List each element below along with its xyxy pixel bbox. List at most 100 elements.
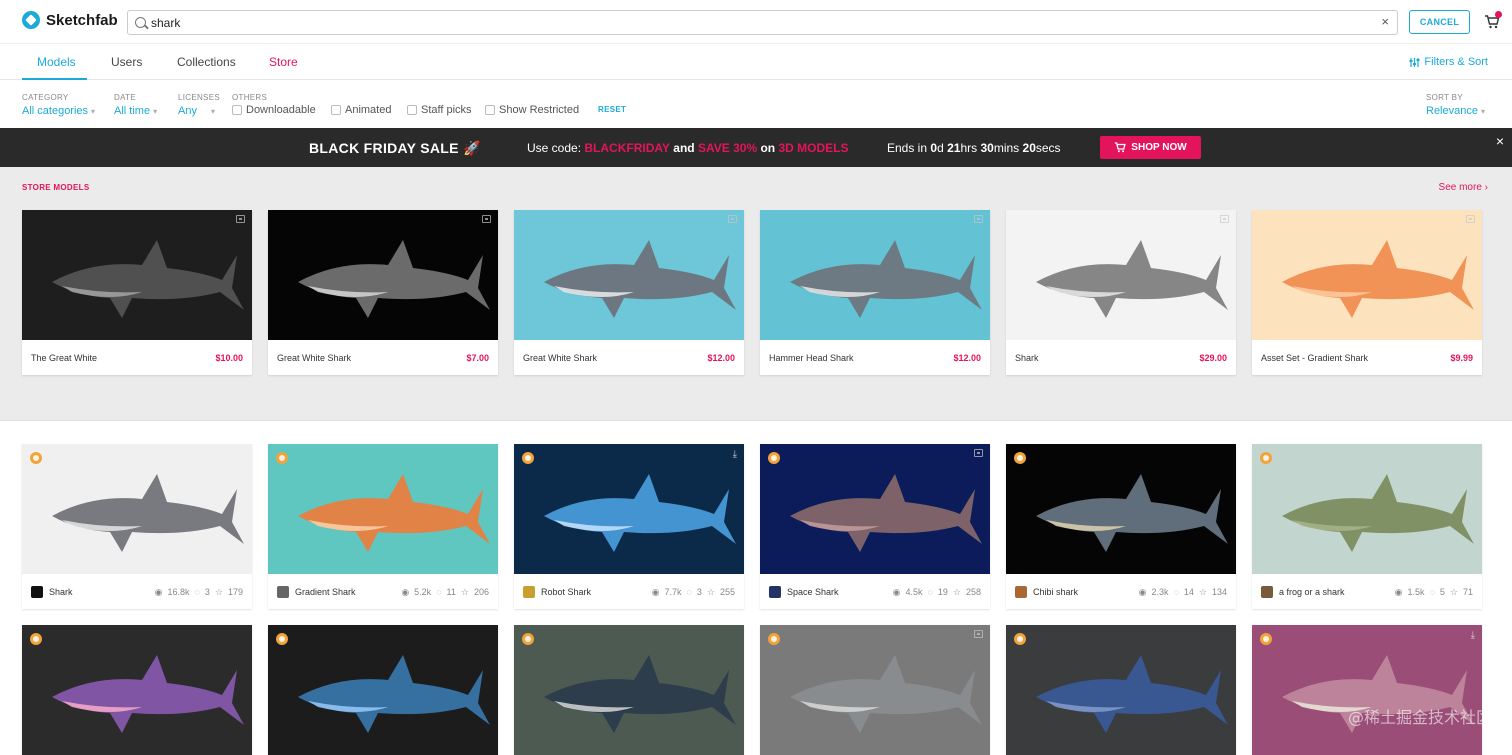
model-card[interactable]: Gradient Shark◉5.2k◌11☆206 — [268, 444, 498, 609]
search-input[interactable] — [151, 14, 1351, 31]
model-title[interactable]: Shark — [1015, 353, 1039, 363]
model-title[interactable]: Gradient Shark — [295, 587, 356, 597]
tab-users[interactable]: Users — [111, 44, 142, 80]
tab-store[interactable]: Store — [269, 44, 298, 80]
model-title[interactable]: Great White Shark — [277, 353, 351, 363]
sketchfab-logo[interactable]: Sketchfab — [22, 11, 118, 29]
star-icon[interactable]: ☆ — [215, 587, 223, 598]
model-thumbnail-art — [268, 444, 498, 574]
checkbox-box[interactable] — [331, 105, 341, 115]
model-title[interactable]: Chibi shark — [1033, 587, 1078, 597]
model-card[interactable] — [22, 625, 252, 755]
checkbox-box[interactable] — [232, 105, 242, 115]
model-title[interactable]: Space Shark — [787, 587, 839, 597]
model-thumbnail[interactable]: ⤓ — [1252, 625, 1482, 755]
model-title[interactable]: Robot Shark — [541, 587, 591, 597]
model-thumbnail[interactable] — [268, 625, 498, 755]
model-thumbnail[interactable] — [1006, 210, 1236, 340]
model-thumbnail[interactable] — [760, 625, 990, 755]
model-card[interactable] — [514, 625, 744, 755]
model-stats: ◉4.5k◌19☆258 — [893, 587, 981, 598]
model-thumbnail[interactable] — [1006, 444, 1236, 574]
avatar[interactable] — [769, 586, 781, 598]
model-card[interactable]: Space Shark ◉4.5k◌19☆258 — [760, 444, 990, 609]
animated-icon — [974, 215, 983, 223]
see-more-link[interactable]: See more › — [1439, 182, 1488, 193]
model-title[interactable]: The Great White — [31, 353, 97, 363]
filters-sort-button[interactable]: Filters & Sort — [1409, 44, 1488, 80]
star-icon[interactable]: ☆ — [707, 587, 715, 598]
model-title[interactable]: Hammer Head Shark — [769, 353, 854, 363]
model-title[interactable]: Shark — [49, 587, 73, 597]
model-card[interactable]: Shark◉16.8k◌3☆179 — [22, 444, 252, 609]
model-thumbnail[interactable] — [760, 210, 990, 340]
model-thumbnail[interactable] — [514, 210, 744, 340]
model-card[interactable] — [1006, 625, 1236, 755]
show-restricted-checkbox[interactable]: Show Restricted — [485, 104, 579, 116]
clear-search-icon[interactable]: × — [1381, 14, 1389, 29]
model-title[interactable]: a frog or a shark — [1279, 587, 1345, 597]
store-model-card[interactable]: Asset Set - Gradient Shark$9.99 — [1252, 210, 1482, 375]
comments-count: 11 — [447, 587, 456, 598]
model-card[interactable] — [268, 625, 498, 755]
tab-collections[interactable]: Collections — [177, 44, 236, 80]
model-thumbnail[interactable] — [1252, 444, 1482, 574]
model-thumbnail[interactable] — [514, 625, 744, 755]
model-card[interactable]: a frog or a shark◉1.5k◌5☆71 — [1252, 444, 1482, 609]
model-thumbnail[interactable]: ⤓ — [514, 444, 744, 574]
cart-button[interactable] — [1484, 14, 1500, 30]
model-title[interactable]: Great White Shark — [523, 353, 597, 363]
licenses-filter[interactable]: LICENSES Any▾ — [178, 93, 220, 117]
staff-picks-checkbox[interactable]: Staff picks — [407, 104, 472, 116]
countdown-prefix: Ends in — [887, 141, 927, 155]
countdown-mins-unit: mins — [994, 141, 1019, 155]
reset-button[interactable]: RESET — [598, 105, 626, 114]
star-icon[interactable]: ☆ — [953, 587, 961, 598]
model-thumbnail[interactable] — [1252, 210, 1482, 340]
date-filter[interactable]: DATE All time▾ — [114, 93, 157, 117]
model-thumbnail[interactable] — [22, 444, 252, 574]
likes-count: 134 — [1212, 587, 1227, 598]
model-card[interactable]: ⤓ — [1252, 625, 1482, 755]
store-model-card[interactable]: Great White Shark$12.00 — [514, 210, 744, 375]
search-box[interactable]: × — [127, 10, 1398, 35]
model-title[interactable]: Asset Set - Gradient Shark — [1261, 353, 1368, 363]
model-thumbnail[interactable] — [268, 210, 498, 340]
cancel-button[interactable]: CANCEL — [1409, 10, 1470, 34]
model-thumbnail-art — [514, 210, 744, 340]
model-thumbnail[interactable] — [22, 210, 252, 340]
animated-checkbox[interactable]: Animated — [331, 104, 391, 116]
model-thumbnail[interactable] — [760, 444, 990, 574]
avatar[interactable] — [1261, 586, 1273, 598]
avatar[interactable] — [277, 586, 289, 598]
model-thumbnail[interactable] — [1006, 625, 1236, 755]
tab-models[interactable]: Models — [37, 44, 76, 80]
staff-pick-icon — [768, 452, 780, 464]
avatar[interactable] — [1015, 586, 1027, 598]
model-card[interactable] — [760, 625, 990, 755]
chevron-down-icon: ▾ — [1481, 107, 1485, 116]
store-model-card[interactable]: The Great White$10.00 — [22, 210, 252, 375]
countdown: Ends in 0d 21hrs 30mins 20secs — [887, 141, 1061, 155]
close-banner-icon[interactable]: × — [1496, 133, 1504, 149]
promo-target: 3D MODELS — [778, 141, 848, 155]
model-thumbnail[interactable] — [22, 625, 252, 755]
sort-filter[interactable]: SORT BY Relevance▾ — [1426, 93, 1485, 117]
star-icon[interactable]: ☆ — [1450, 587, 1458, 598]
model-card[interactable]: ⤓Robot Shark◉7.7k◌3☆255 — [514, 444, 744, 609]
model-thumbnail[interactable] — [268, 444, 498, 574]
store-model-card[interactable]: Shark$29.00 — [1006, 210, 1236, 375]
avatar[interactable] — [523, 586, 535, 598]
category-filter[interactable]: CATEGORY All categories▾ — [22, 93, 95, 117]
avatar[interactable] — [31, 586, 43, 598]
store-model-card[interactable]: Hammer Head Shark$12.00 — [760, 210, 990, 375]
downloadable-checkbox[interactable]: Downloadable — [232, 104, 316, 116]
star-icon[interactable]: ☆ — [461, 587, 469, 598]
checkbox-box[interactable] — [485, 105, 495, 115]
star-icon[interactable]: ☆ — [1199, 587, 1207, 598]
shop-now-button[interactable]: SHOP NOW — [1100, 136, 1201, 159]
model-card[interactable]: Chibi shark◉2.3k◌14☆134 — [1006, 444, 1236, 609]
store-model-card[interactable]: Great White Shark$7.00 — [268, 210, 498, 375]
checkbox-box[interactable] — [407, 105, 417, 115]
views-count: 16.8k — [167, 587, 189, 598]
